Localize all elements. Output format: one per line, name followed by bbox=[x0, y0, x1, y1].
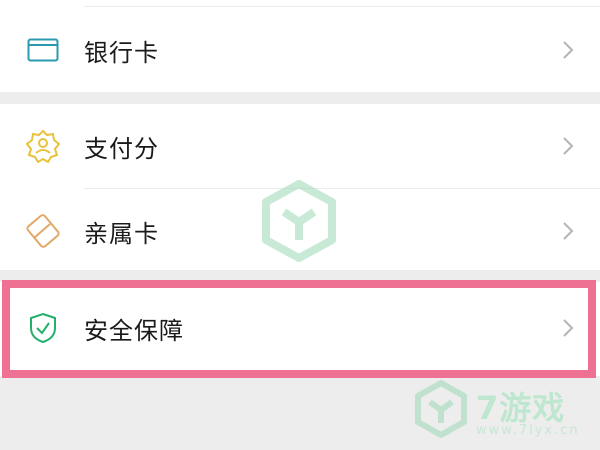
menu-item-label: 支付分 bbox=[84, 134, 159, 163]
bank-card-icon bbox=[26, 33, 60, 67]
divider bbox=[84, 6, 600, 7]
menu-group-top: 银行卡 bbox=[0, 0, 600, 92]
chevron-right-icon bbox=[563, 137, 574, 155]
pay-score-icon bbox=[26, 129, 60, 163]
family-card-icon bbox=[26, 214, 60, 248]
highlight-frame bbox=[2, 280, 596, 378]
menu-item-bank-card[interactable]: 银行卡 bbox=[0, 8, 600, 92]
watermark-logo-icon bbox=[262, 180, 336, 262]
menu-item-label: 亲属卡 bbox=[84, 219, 159, 248]
chevron-right-icon bbox=[563, 222, 574, 240]
watermark-url: www.7lyx.cn bbox=[476, 423, 580, 438]
menu-item-label: 银行卡 bbox=[84, 38, 159, 67]
chevron-right-icon bbox=[563, 41, 574, 59]
watermark-brand-logo-icon bbox=[415, 380, 467, 438]
menu-item-pay-score[interactable]: 支付分 bbox=[0, 104, 600, 188]
